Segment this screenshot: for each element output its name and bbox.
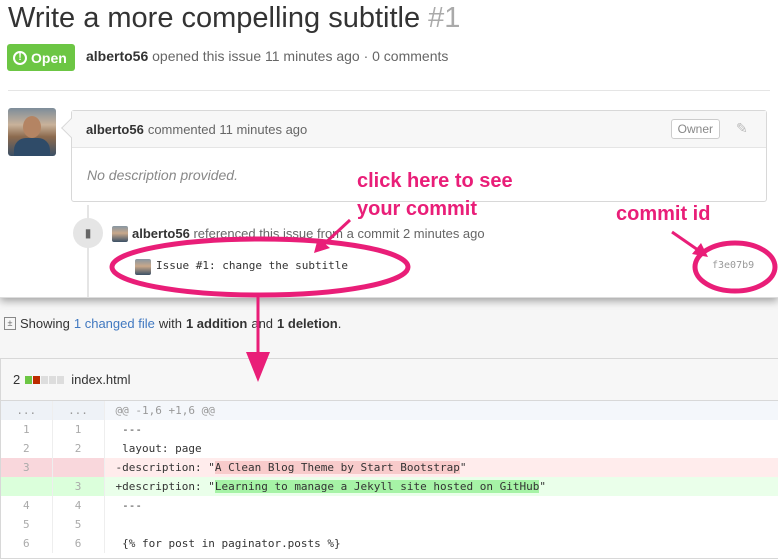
diffstat-square	[33, 375, 41, 384]
diff-summary: ± Showing 1 changed file with 1 addition…	[4, 316, 341, 331]
file-change-count: 2	[13, 372, 21, 387]
code-line: @@ -1,6 +1,6 @@	[104, 401, 778, 420]
file-name-link[interactable]: index.html	[71, 372, 130, 387]
diffstat-square	[49, 375, 57, 384]
code-line: layout: page	[115, 442, 202, 455]
code-line: -description: "A Clean Blog Theme by Sta…	[104, 458, 778, 477]
diff-line-del: 3 -description: "A Clean Blog Theme by St…	[1, 458, 778, 477]
code-prefix: +description: "	[115, 480, 215, 493]
click-here-annotation-line2: your commit	[357, 198, 478, 220]
bookmark-icon: ▮	[73, 218, 103, 248]
old-line-number[interactable]: 1	[1, 420, 53, 439]
commit-id-annotation: commit id	[616, 203, 711, 225]
old-line-number[interactable]: 6	[1, 534, 53, 553]
old-line-number[interactable]: ...	[1, 401, 53, 420]
additions-count: 1 addition	[185, 316, 248, 331]
old-line-number[interactable]: 4	[1, 496, 53, 515]
file-diff: 2 index.html ...... @@ -1,6 +1,6 @@ 1 1 ---…	[0, 358, 778, 559]
new-line-number[interactable]: 1	[52, 420, 105, 439]
edit-pencil-icon[interactable]: ✎	[736, 121, 750, 135]
changed-text-highlight: Learning to manage a Jekyll site hosted …	[214, 480, 540, 493]
comment-header: alberto56 commented 11 minutes ago	[72, 111, 766, 148]
diff-line-ctx: 66 {% for post in paginator.posts %}	[1, 534, 778, 553]
issue-author-link[interactable]: alberto56	[86, 48, 148, 64]
summary-suffix: .	[337, 316, 342, 331]
diffstat-square	[57, 375, 65, 384]
summary-and: and	[251, 316, 274, 331]
new-line-number[interactable]: 5	[52, 515, 105, 534]
new-line-number[interactable]	[52, 458, 105, 477]
diff-line-ctx: 55	[1, 515, 778, 534]
new-line-number[interactable]: ...	[52, 401, 105, 420]
code-suffix: "	[539, 480, 546, 493]
changed-files-link[interactable]: 1 changed file	[74, 316, 155, 331]
diff-line-add: 3 +description: "Learning to manage a Jek…	[1, 477, 778, 496]
file-header: 2 index.html	[1, 359, 778, 401]
owner-badge: Owner	[670, 119, 720, 139]
reference-author-avatar[interactable]	[112, 226, 128, 242]
commit-author-avatar[interactable]	[135, 259, 151, 275]
issue-card: Write a more compelling subtitle #1 ! Op…	[0, 0, 778, 298]
reference-author-link[interactable]: alberto56	[132, 226, 190, 241]
issue-state-label: Open	[31, 49, 67, 66]
old-line-number[interactable]	[1, 477, 53, 496]
old-line-number[interactable]: 5	[1, 515, 53, 534]
issue-opened-icon: !	[13, 50, 27, 65]
comment-author-link[interactable]: alberto56	[86, 122, 144, 137]
diff-line-ctx: 44 ---	[1, 496, 778, 515]
issue-meta-text: opened this issue 11 minutes ago · 0 com…	[152, 48, 449, 64]
click-here-annotation-line1: click here to see	[357, 170, 513, 192]
diff-table: ...... @@ -1,6 +1,6 @@ 1 1 --- 2 2 layout: pa…	[1, 401, 778, 553]
issue-state-badge: ! Open	[7, 44, 75, 71]
diffstat-bar	[25, 375, 65, 384]
code-line: +description: "Learning to manage a Jeky…	[104, 477, 778, 496]
summary-prefix: Showing	[20, 316, 70, 331]
new-line-number[interactable]: 3	[52, 477, 105, 496]
issue-title-text: Write a more compelling subtitle	[8, 2, 421, 34]
code-line: ---	[115, 499, 142, 512]
commit-sha-link[interactable]: f3e07b9	[712, 260, 754, 271]
code-prefix: -description: "	[115, 461, 215, 474]
changed-text-highlight: A Clean Blog Theme by Start Bootstrap	[214, 461, 460, 474]
author-avatar[interactable]	[8, 108, 56, 156]
code-suffix: "	[459, 461, 467, 474]
code-line: {% for post in paginator.posts %}	[115, 537, 341, 550]
new-line-number[interactable]: 4	[52, 496, 105, 515]
diff-line-hunk: ...... @@ -1,6 +1,6 @@	[1, 401, 778, 420]
diffstat-square	[25, 375, 33, 384]
diff-line-ctx: 22 layout: page	[1, 439, 778, 458]
new-line-number[interactable]: 6	[52, 534, 105, 553]
summary-with: with	[158, 316, 182, 331]
issue-number: #1	[428, 2, 461, 34]
issue-title: Write a more compelling subtitle #1	[8, 2, 460, 35]
deletions-count: 1 deletion	[277, 316, 338, 331]
reference-event-text: referenced this issue from a commit 2 mi…	[193, 226, 485, 241]
reference-event: alberto56 referenced this issue from a c…	[132, 226, 485, 241]
file-diff-icon: ±	[4, 317, 16, 330]
old-line-number[interactable]: 3	[1, 458, 53, 477]
header-divider	[8, 90, 770, 91]
new-line-number[interactable]: 2	[52, 439, 105, 458]
comment-meta[interactable]: commented 11 minutes ago	[148, 122, 307, 137]
old-line-number[interactable]: 2	[1, 439, 53, 458]
code-line	[104, 515, 778, 534]
annotated-screenshot: Write a more compelling subtitle #1 ! Op…	[0, 0, 778, 559]
diff-line-ctx: 11 ---	[1, 420, 778, 439]
issue-meta: alberto56 opened this issue 11 minutes a…	[86, 48, 448, 64]
diffstat-square	[41, 375, 49, 384]
code-line: ---	[115, 423, 142, 436]
commit-message-link[interactable]: Issue #1: change the subtitle	[156, 259, 348, 272]
